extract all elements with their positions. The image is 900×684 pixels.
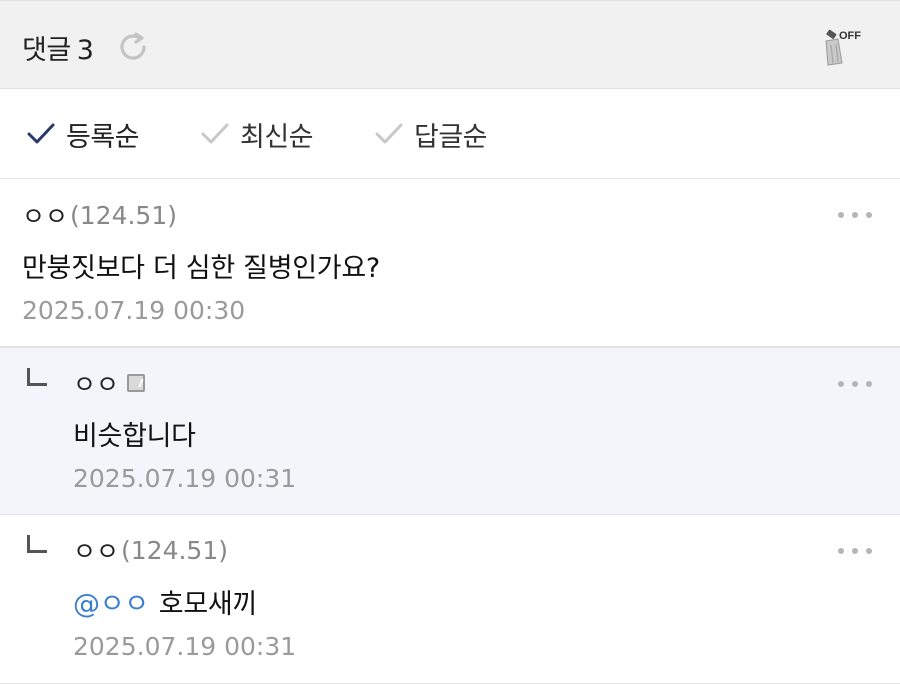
comment-header: 댓글 3 OFF bbox=[0, 0, 900, 89]
comment-text: @ㅇㅇ 호모새끼 bbox=[73, 582, 257, 621]
author-ip: (124.51) bbox=[121, 535, 228, 565]
comment-text: 비슷합니다 bbox=[73, 421, 196, 452]
more-options-icon[interactable] bbox=[838, 548, 872, 558]
more-options-icon[interactable] bbox=[838, 381, 872, 391]
check-icon bbox=[27, 123, 55, 144]
author-ip: (124.51) bbox=[70, 200, 177, 230]
comment-date: 2025.07.19 00:31 bbox=[73, 632, 297, 661]
reply-item: ㅇㅇ (124.51) @ㅇㅇ 호모새끼 2025.07.19 00:31 bbox=[0, 515, 900, 684]
comment-date: 2025.07.19 00:31 bbox=[73, 464, 297, 493]
sort-option-label: 답글순 bbox=[414, 121, 488, 153]
comment-count-title: 댓글 3 bbox=[22, 28, 94, 67]
broom-off-label: OFF bbox=[839, 30, 861, 42]
sort-option-replies[interactable]: 답글순 bbox=[374, 116, 488, 153]
check-icon bbox=[201, 123, 229, 144]
more-options-icon[interactable] bbox=[838, 212, 872, 222]
author-name: ㅇㅇ bbox=[73, 370, 120, 399]
comment-count: 3 bbox=[76, 35, 94, 66]
header-title-label: 댓글 bbox=[22, 35, 71, 66]
check-icon bbox=[375, 123, 403, 144]
sort-bar: 등록순 최신순 답글순 bbox=[0, 89, 900, 179]
fixed-nick-badge-icon bbox=[127, 374, 146, 392]
sort-option-latest[interactable]: 최신순 bbox=[200, 116, 314, 153]
comment-author[interactable]: ㅇㅇ bbox=[73, 365, 146, 401]
comment-author[interactable]: ㅇㅇ (124.51) bbox=[22, 197, 177, 233]
mention-link[interactable]: @ㅇㅇ bbox=[73, 589, 149, 620]
sort-option-registered[interactable]: 등록순 bbox=[26, 116, 140, 153]
reply-item: ㅇㅇ 비슷합니다 2025.07.19 00:31 bbox=[0, 347, 900, 515]
reply-arrow-icon bbox=[27, 535, 47, 553]
comment-item: ㅇㅇ (124.51) 만붕짓보다 더 심한 질병인가요? 2025.07.19… bbox=[0, 179, 900, 347]
comment-author[interactable]: ㅇㅇ (124.51) bbox=[73, 532, 228, 568]
author-name: ㅇㅇ bbox=[73, 537, 120, 566]
author-name: ㅇㅇ bbox=[22, 202, 69, 231]
sort-option-label: 최신순 bbox=[240, 121, 314, 153]
comment-text: 만붕짓보다 더 심한 질병인가요? bbox=[22, 253, 380, 284]
sort-option-label: 등록순 bbox=[66, 121, 140, 153]
broom-toggle-icon[interactable]: OFF bbox=[818, 25, 862, 69]
reply-arrow-icon bbox=[27, 368, 47, 386]
comment-date: 2025.07.19 00:30 bbox=[22, 296, 246, 325]
comment-text-body: 호모새끼 bbox=[158, 589, 257, 620]
refresh-icon[interactable] bbox=[115, 29, 151, 65]
